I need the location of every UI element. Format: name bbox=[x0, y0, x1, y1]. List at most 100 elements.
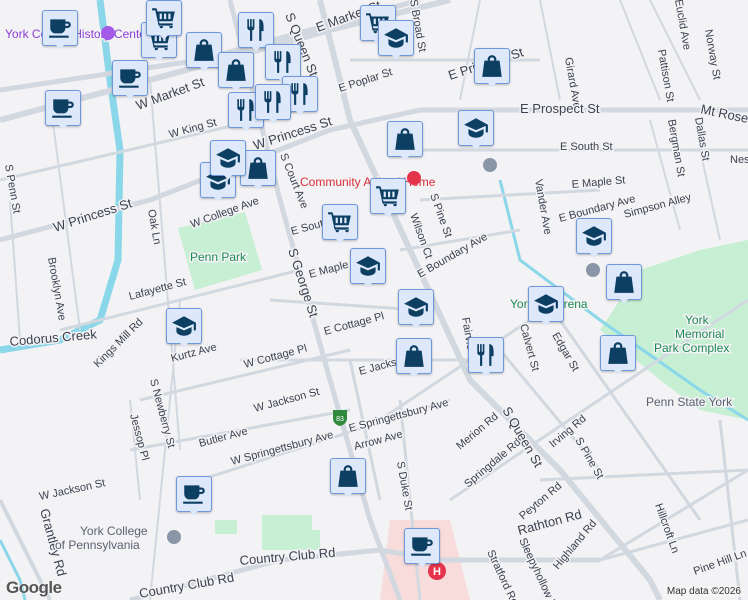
coffee-icon bbox=[47, 15, 73, 41]
cart-icon bbox=[375, 183, 401, 209]
marker-tip bbox=[52, 40, 68, 50]
place-pin-icon bbox=[407, 171, 421, 185]
coffee-marker[interactable] bbox=[404, 528, 440, 572]
coffee-icon bbox=[409, 533, 435, 559]
bag-marker[interactable] bbox=[218, 52, 254, 96]
svg-text:83: 83 bbox=[336, 416, 344, 423]
marker-tip bbox=[186, 506, 202, 516]
school-marker[interactable] bbox=[166, 308, 202, 352]
bag-icon bbox=[392, 126, 418, 152]
marker-tip bbox=[196, 62, 212, 72]
bag-icon bbox=[191, 37, 217, 63]
school-marker[interactable] bbox=[398, 289, 434, 333]
marker-tip bbox=[151, 52, 167, 62]
cart-marker[interactable] bbox=[370, 178, 406, 222]
restaurant-marker[interactable] bbox=[255, 84, 291, 128]
bag-icon bbox=[401, 343, 427, 369]
marker-tip bbox=[340, 488, 356, 498]
penn-park-label: Penn Park bbox=[190, 250, 247, 264]
penn-state-york-label: Penn State York bbox=[646, 395, 733, 409]
coffee-marker[interactable] bbox=[112, 60, 148, 104]
york-college-label-2: of Pennsylvania bbox=[55, 538, 140, 552]
marker-tip bbox=[610, 365, 626, 375]
restaurant-icon bbox=[270, 49, 296, 75]
school-icon bbox=[581, 223, 607, 249]
marker-tip bbox=[478, 367, 494, 377]
memorial-park-label-1: York bbox=[685, 313, 710, 327]
school-marker[interactable] bbox=[378, 20, 414, 64]
marker-tip bbox=[408, 319, 424, 329]
school-marker[interactable] bbox=[576, 218, 612, 262]
bag-icon bbox=[611, 269, 637, 295]
school-marker[interactable] bbox=[350, 248, 386, 292]
cart-icon bbox=[327, 209, 353, 235]
school-marker[interactable] bbox=[528, 286, 564, 330]
restaurant-icon bbox=[243, 17, 269, 43]
bag-icon bbox=[605, 340, 631, 366]
bag-marker[interactable] bbox=[600, 335, 636, 379]
york-college-label-1: York College bbox=[80, 524, 148, 538]
school-marker[interactable] bbox=[458, 110, 494, 154]
school-icon bbox=[403, 294, 429, 320]
marker-tip bbox=[397, 151, 413, 161]
school-marker[interactable] bbox=[210, 140, 246, 184]
cart-icon bbox=[151, 5, 177, 31]
memorial-park-label-3: Park Complex bbox=[654, 341, 729, 355]
bag-marker[interactable] bbox=[474, 48, 510, 92]
google-logo: Google bbox=[6, 578, 62, 597]
school-icon bbox=[355, 253, 381, 279]
marker-tip bbox=[156, 30, 172, 40]
coffee-marker[interactable] bbox=[176, 476, 212, 520]
bag-icon bbox=[245, 155, 271, 181]
marker-tip bbox=[616, 294, 632, 304]
bag-icon bbox=[479, 53, 505, 79]
marker-tip bbox=[468, 140, 484, 150]
bag-icon bbox=[223, 57, 249, 83]
marker-tip bbox=[250, 180, 266, 190]
marker-tip bbox=[210, 192, 226, 202]
street-label: E Prospect St bbox=[520, 101, 600, 116]
bag-marker[interactable] bbox=[186, 32, 222, 76]
marker-tip bbox=[586, 248, 602, 258]
marker-tip bbox=[484, 78, 500, 88]
cart-marker[interactable] bbox=[322, 204, 358, 248]
marker-tip bbox=[122, 90, 138, 100]
coffee-icon bbox=[117, 65, 143, 91]
school-icon bbox=[215, 145, 241, 171]
school-icon bbox=[383, 25, 409, 51]
school-icon bbox=[463, 115, 489, 141]
college-icon bbox=[167, 530, 181, 544]
bag-marker[interactable] bbox=[387, 121, 423, 165]
marker-tip bbox=[538, 316, 554, 326]
marker-tip bbox=[414, 558, 430, 568]
coffee-icon bbox=[181, 481, 207, 507]
street-label: E South St bbox=[560, 141, 613, 153]
coffee-marker[interactable] bbox=[45, 90, 81, 134]
marker-tip bbox=[55, 120, 71, 130]
bag-marker[interactable] bbox=[606, 264, 642, 308]
marker-tip bbox=[176, 338, 192, 348]
marker-tip bbox=[248, 42, 264, 52]
school-icon bbox=[171, 313, 197, 339]
marker-tip bbox=[228, 82, 244, 92]
marker-tip bbox=[332, 234, 348, 244]
bag-marker[interactable] bbox=[330, 458, 366, 502]
marker-tip bbox=[220, 170, 236, 180]
street-label: Nes bbox=[730, 154, 748, 166]
coffee-marker[interactable] bbox=[42, 10, 78, 54]
marker-tip bbox=[265, 114, 281, 124]
restaurant-icon bbox=[260, 89, 286, 115]
bag-marker[interactable] bbox=[396, 338, 432, 382]
marker-tip bbox=[360, 278, 376, 288]
marker-tip bbox=[380, 208, 396, 218]
map-attribution[interactable]: Map data ©2026 bbox=[663, 586, 744, 597]
restaurant-marker[interactable] bbox=[468, 337, 504, 381]
cart-marker[interactable] bbox=[146, 0, 182, 44]
bag-icon bbox=[335, 463, 361, 489]
memorial-park-label-2: Memorial bbox=[675, 327, 724, 341]
school-icon bbox=[533, 291, 559, 317]
museum-icon bbox=[101, 26, 115, 40]
restaurant-icon bbox=[473, 342, 499, 368]
college-icon bbox=[586, 263, 600, 277]
marker-tip bbox=[388, 50, 404, 60]
